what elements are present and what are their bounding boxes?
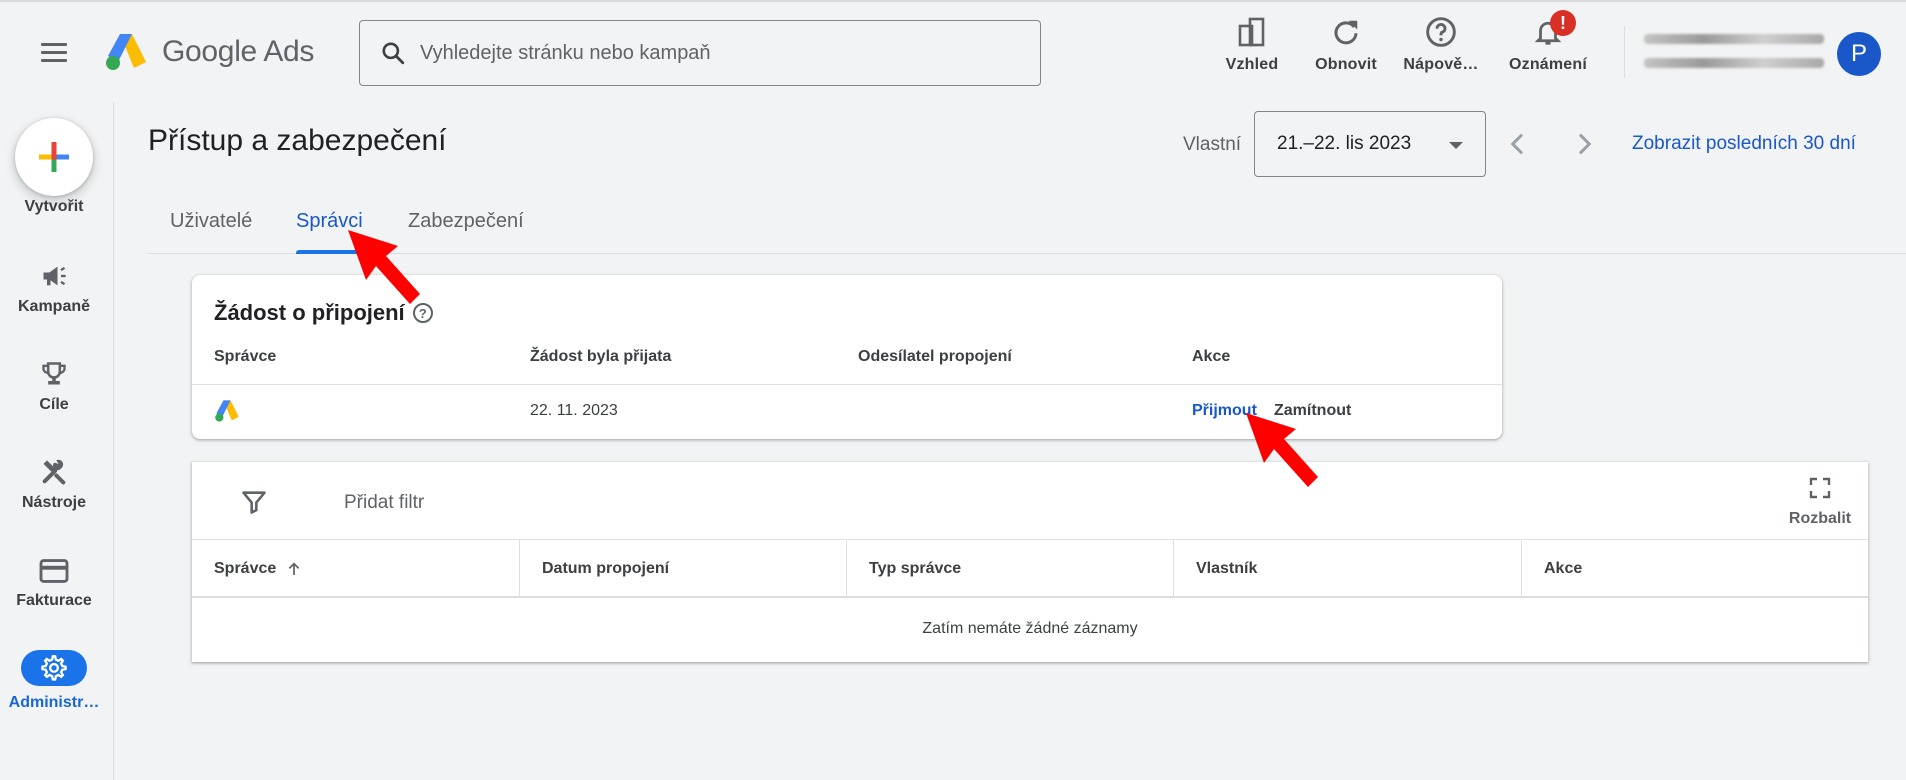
- expand-label: Rozbalit: [1788, 510, 1852, 527]
- column-header-label: Vlastník: [1196, 560, 1258, 577]
- pointer-arrow-icon: [348, 230, 420, 304]
- sidebar-item-campaigns[interactable]: Kampaně: [0, 262, 108, 316]
- sidebar-item-label: Administr…: [8, 694, 100, 711]
- sidebar-item-label: Kampaně: [17, 298, 91, 315]
- sidebar-item-label: Fakturace: [16, 592, 92, 609]
- app-name: Google Ads: [162, 35, 315, 68]
- active-indicator: [21, 650, 87, 686]
- sidebar-item-tools[interactable]: Nástroje: [0, 458, 108, 512]
- search-icon: [382, 42, 405, 65]
- main-menu-button[interactable]: [38, 36, 70, 68]
- sidebar-item-create[interactable]: Vytvořit: [0, 198, 108, 216]
- tab-users[interactable]: Uživatelé: [168, 210, 254, 233]
- sidebar-item-label: Cíle: [39, 396, 69, 413]
- hamburger-icon: [41, 42, 67, 46]
- sidebar-item-label: Vytvořit: [24, 198, 84, 215]
- column-header-manager: Správce: [214, 348, 277, 365]
- date-range-value: 21.–22. lis 2023: [1277, 133, 1412, 154]
- top-app-bar: Google Ads Vzhled Obnovit Nápově…: [0, 0, 1906, 102]
- refresh-button[interactable]: Obnovit: [1296, 16, 1396, 74]
- date-range-type: Vlastní: [1183, 134, 1242, 155]
- refresh-label: Obnovit: [1315, 56, 1377, 73]
- sidebar-item-label: Nástroje: [21, 494, 87, 511]
- notification-badge: !: [1550, 10, 1576, 36]
- plus-icon: [39, 142, 69, 172]
- table-header-row: Správce Datum propojení Typ správce Vlas…: [192, 540, 1868, 598]
- create-button[interactable]: [15, 118, 93, 196]
- search-box[interactable]: [359, 20, 1041, 86]
- managers-table: Přidat filtr Rozbalit Správce Datum prop…: [192, 462, 1868, 662]
- avatar[interactable]: P: [1837, 32, 1881, 76]
- empty-state-message: Zatím nemáte žádné záznamy: [922, 620, 1138, 637]
- next-period-button[interactable]: [1568, 128, 1600, 160]
- appearance-label: Vzhled: [1225, 56, 1279, 73]
- help-icon[interactable]: ?: [412, 303, 433, 323]
- column-header-request-received: Žádost byla přijata: [530, 348, 672, 365]
- row-divider: [192, 384, 1502, 385]
- google-ads-logo[interactable]: Google Ads: [104, 32, 314, 72]
- gear-icon: [41, 655, 67, 681]
- column-header-label: Datum propojení: [542, 560, 670, 577]
- column-header-link-date[interactable]: Datum propojení: [520, 540, 847, 598]
- column-header-label: Správce: [214, 560, 277, 577]
- column-header-label: Akce: [1544, 560, 1583, 577]
- add-filter-button[interactable]: Přidat filtr: [344, 492, 424, 514]
- column-header-manager-type[interactable]: Typ správce: [847, 540, 1174, 598]
- column-header-label: Typ správce: [869, 560, 962, 577]
- megaphone-icon: [43, 266, 66, 286]
- appearance-icon: [1238, 17, 1265, 47]
- show-last-30-days-link[interactable]: Zobrazit posledních 30 dní: [1632, 133, 1856, 155]
- filter-bar: Přidat filtr Rozbalit: [192, 462, 1868, 540]
- fullscreen-icon: [1809, 477, 1831, 499]
- sidebar: Vytvořit Kampaně Cíle Nástroje Fakturace…: [0, 102, 114, 780]
- credit-card-icon: [39, 559, 69, 583]
- column-header-actions: Akce: [1192, 348, 1231, 365]
- search-input[interactable]: [420, 41, 1000, 65]
- notifications-label: Oznámení: [1508, 56, 1588, 73]
- page-title: Přístup a zabezpečení: [148, 124, 447, 157]
- redacted-account-info[interactable]: [1644, 34, 1824, 82]
- request-date: 22. 11. 2023: [530, 402, 618, 419]
- header-divider: [1624, 26, 1625, 78]
- help-icon: [1426, 17, 1456, 47]
- appearance-button[interactable]: Vzhled: [1202, 16, 1302, 74]
- sidebar-item-goals[interactable]: Cíle: [0, 360, 108, 414]
- chevron-down-icon: [1449, 142, 1463, 149]
- column-header-owner[interactable]: Vlastník: [1174, 540, 1522, 598]
- previous-period-button[interactable]: [1502, 128, 1534, 160]
- refresh-icon: [1334, 20, 1358, 45]
- pointer-arrow-icon: [1246, 413, 1318, 487]
- date-range-picker[interactable]: 21.–22. lis 2023: [1254, 111, 1486, 177]
- sidebar-item-admin[interactable]: Administr…: [0, 650, 108, 712]
- notifications-button[interactable]: ! Oznámení: [1498, 10, 1598, 74]
- expand-button[interactable]: Rozbalit: [1780, 476, 1860, 528]
- filter-icon[interactable]: [240, 488, 268, 516]
- column-header-manager[interactable]: Správce: [192, 540, 520, 598]
- help-label: Nápově…: [1403, 56, 1479, 73]
- help-button[interactable]: Nápově…: [1391, 16, 1491, 74]
- column-header-actions[interactable]: Akce: [1522, 540, 1868, 598]
- sort-ascending-icon: [288, 562, 300, 575]
- google-ads-logo-icon: [106, 34, 146, 70]
- column-header-sender: Odesílatel propojení: [858, 348, 1012, 365]
- google-ads-logo-icon: [215, 400, 239, 422]
- trophy-icon: [42, 362, 66, 385]
- tools-icon: [42, 459, 66, 485]
- sidebar-item-billing[interactable]: Fakturace: [0, 558, 108, 610]
